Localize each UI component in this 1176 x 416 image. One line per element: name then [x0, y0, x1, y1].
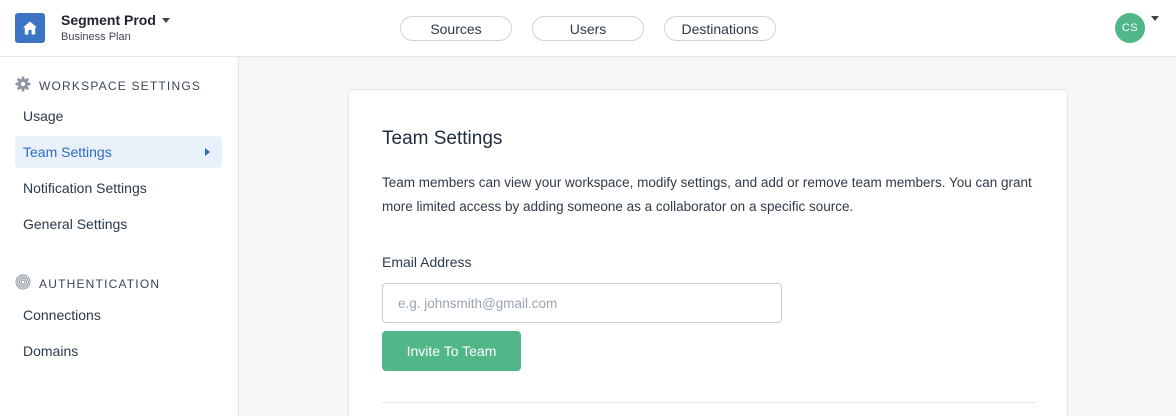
section-title: AUTHENTICATION	[39, 276, 161, 291]
sidebar-item-connections[interactable]: Connections	[15, 299, 222, 331]
email-label: Email Address	[382, 254, 472, 270]
section-title: WORKSPACE SETTINGS	[39, 78, 202, 93]
chevron-down-icon[interactable]	[1151, 16, 1159, 21]
home-icon[interactable]	[15, 13, 45, 43]
sidebar-item-team-settings[interactable]: Team Settings	[15, 136, 222, 168]
sidebar-item-label: General Settings	[23, 216, 128, 232]
chevron-right-icon	[205, 148, 210, 156]
sidebar-item-label: Connections	[23, 307, 101, 323]
divider	[382, 402, 1036, 403]
gear-icon	[15, 76, 31, 95]
page-description: Team members can view your workspace, mo…	[382, 175, 1032, 214]
top-bar: Segment Prod Business Plan Sources Users…	[0, 0, 1176, 57]
tab-users[interactable]: Users	[532, 16, 644, 41]
sidebar-item-domains[interactable]: Domains	[15, 335, 222, 367]
sidebar: WORKSPACE SETTINGS Usage Team Settings N…	[0, 57, 239, 416]
sidebar-item-label: Usage	[23, 108, 64, 124]
workspace-plan: Business Plan	[61, 31, 131, 43]
sidebar-item-label: Notification Settings	[23, 180, 147, 196]
section-workspace-settings: WORKSPACE SETTINGS	[15, 76, 201, 95]
tab-destinations[interactable]: Destinations	[664, 16, 776, 41]
sidebar-item-label: Team Settings	[23, 144, 112, 160]
sidebar-item-label: Domains	[23, 343, 79, 359]
page-title: Team Settings	[382, 128, 503, 149]
email-field[interactable]	[382, 283, 782, 323]
sidebar-item-general-settings[interactable]: General Settings	[15, 208, 222, 240]
chevron-down-icon	[161, 17, 170, 23]
tab-sources[interactable]: Sources	[400, 16, 512, 41]
workspace-name: Segment Prod	[61, 12, 156, 28]
fingerprint-icon	[15, 274, 31, 293]
avatar[interactable]: CS	[1115, 13, 1145, 43]
sidebar-item-usage[interactable]: Usage	[15, 100, 222, 132]
invite-to-team-button[interactable]: Invite To Team	[382, 331, 521, 371]
section-authentication: AUTHENTICATION	[15, 274, 160, 293]
team-settings-card: Team Settings Team members can view your…	[348, 89, 1068, 416]
sidebar-item-notification-settings[interactable]: Notification Settings	[15, 172, 222, 204]
workspace-switcher[interactable]: Segment Prod Business Plan	[61, 12, 170, 43]
